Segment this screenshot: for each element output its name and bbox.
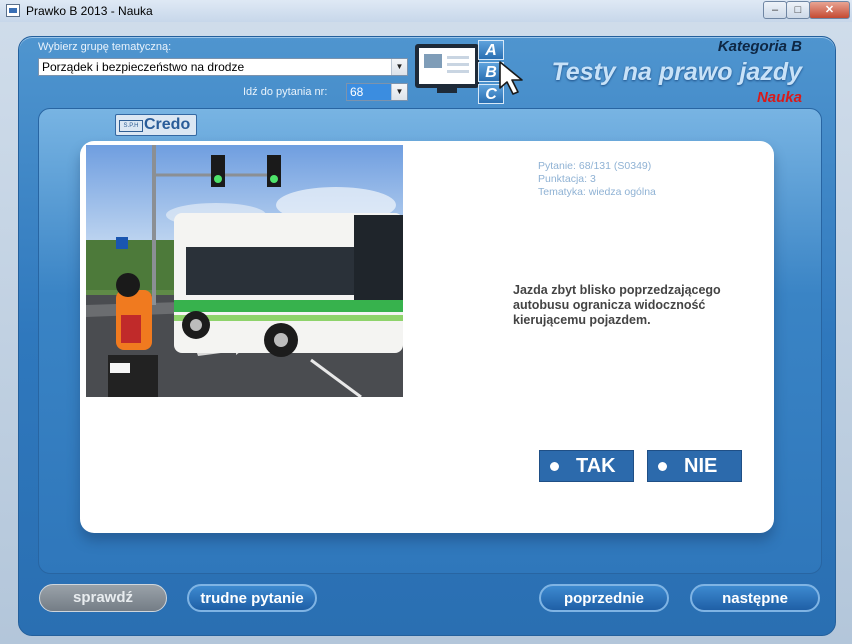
bullet-icon (658, 462, 667, 471)
check-button[interactable]: sprawdź (39, 584, 167, 612)
group-label: Wybierz grupę tematyczną: (38, 41, 172, 53)
no-label: NIE (684, 455, 718, 477)
question-points: Punktacja: 3 (538, 173, 596, 185)
goto-select-value: 68 (350, 85, 364, 99)
monitor-icon (415, 44, 479, 94)
window-title: Prawko B 2013 - Nauka (26, 4, 153, 18)
app-title: Testy na prawo jazdy (551, 58, 802, 86)
yes-button[interactable]: TAK (539, 450, 634, 482)
goto-select[interactable]: 68 ▼ (346, 83, 408, 101)
close-button[interactable]: ✕ (809, 1, 850, 19)
question-meta: Pytanie: 68/131 (S0349) Punktacja: 3 Tem… (538, 160, 656, 199)
cursor-icon (499, 61, 523, 95)
yes-label: TAK (576, 455, 616, 477)
title-bar: Prawko B 2013 - Nauka – □ ✕ (0, 0, 852, 23)
group-select[interactable]: Porządek i bezpieczeństwo na drodze ▼ (38, 58, 408, 76)
next-button[interactable]: następne (690, 584, 820, 612)
goto-label: Idź do pytania nr: (243, 86, 328, 98)
question-photo (86, 145, 403, 397)
hard-question-button[interactable]: trudne pytanie (187, 584, 317, 612)
group-select-value: Porządek i bezpieczeństwo na drodze (42, 60, 245, 74)
chevron-down-icon[interactable]: ▼ (391, 59, 407, 75)
mode-title: Nauka (756, 89, 802, 106)
abc-logo-a: A (478, 40, 504, 60)
no-button[interactable]: NIE (647, 450, 742, 482)
app-icon (6, 4, 20, 17)
bullet-icon (550, 462, 559, 471)
question-number: Pytanie: 68/131 (S0349) (538, 160, 652, 172)
sponsor-logo: S.P.H Credo (115, 114, 197, 136)
chevron-down-icon[interactable]: ▼ (391, 84, 407, 100)
minimize-button[interactable]: – (763, 1, 787, 19)
question-topic: Tematyka: wiedza ogólna (538, 186, 656, 198)
maximize-button[interactable]: □ (786, 1, 810, 19)
previous-button[interactable]: poprzednie (539, 584, 669, 612)
category-title: Kategoria B (717, 38, 802, 55)
question-text: Jazda zbyt blisko poprzedzającego autobu… (513, 283, 721, 327)
